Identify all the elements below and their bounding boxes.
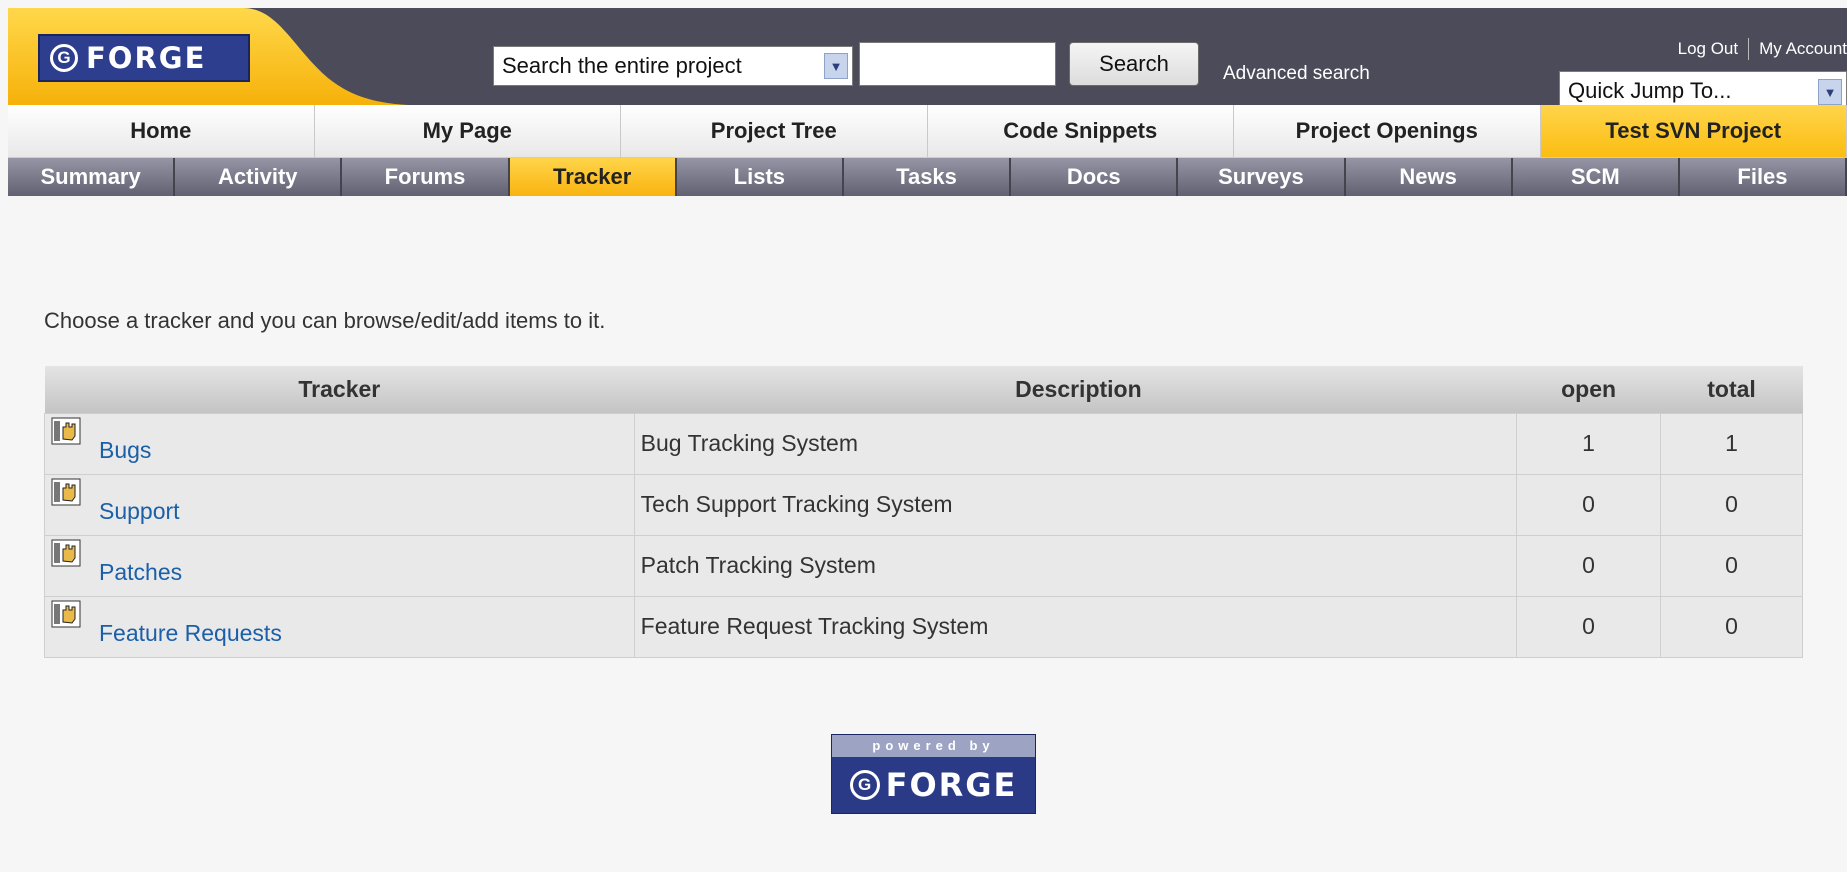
search-button[interactable]: Search: [1069, 42, 1199, 86]
advanced-search-link[interactable]: Advanced search: [1223, 63, 1370, 85]
tracker-description: Tech Support Tracking System: [633, 473, 1518, 536]
tab-lists[interactable]: Lists: [676, 158, 844, 196]
tab-files[interactable]: Files: [1679, 158, 1847, 196]
my-account-link[interactable]: My Account: [1759, 39, 1847, 59]
logout-link[interactable]: Log Out: [1678, 39, 1739, 59]
tab-project-openings[interactable]: Project Openings: [1234, 105, 1541, 157]
intro-text: Choose a tracker and you can browse/edit…: [44, 308, 606, 333]
tab-home[interactable]: Home: [8, 105, 315, 157]
tracker-cell: Bugs: [44, 412, 635, 475]
tracker-hand-icon: [51, 417, 81, 445]
chevron-down-icon[interactable]: ▼: [824, 53, 848, 79]
table-row: Support Tech Support Tracking System 0 0: [44, 473, 1803, 536]
header-open[interactable]: open: [1516, 366, 1661, 413]
tab-tasks[interactable]: Tasks: [843, 158, 1012, 196]
tab-summary[interactable]: Summary: [8, 158, 176, 196]
tracker-cell: Feature Requests: [44, 595, 635, 658]
tab-surveys[interactable]: Surveys: [1178, 158, 1346, 196]
tracker-link-bugs[interactable]: Bugs: [99, 437, 151, 464]
tab-my-page[interactable]: My Page: [314, 105, 621, 157]
tracker-total-count: 0: [1660, 595, 1803, 658]
tracker-hand-icon: [51, 539, 81, 567]
logo-mark: G: [50, 44, 78, 72]
tracker-link-feature-requests[interactable]: Feature Requests: [99, 620, 282, 647]
logo-mark: G: [849, 770, 880, 800]
table-row: Feature Requests Feature Request Trackin…: [44, 595, 1803, 658]
header-tracker[interactable]: Tracker: [44, 366, 635, 413]
tracker-link-patches[interactable]: Patches: [99, 559, 182, 586]
header-total[interactable]: total: [1660, 366, 1803, 413]
main-tabs: Home My Page Project Tree Code Snippets …: [8, 105, 1847, 158]
table-header-row: Tracker Description open total: [44, 366, 1803, 413]
logo-text: FORGE: [885, 766, 1018, 804]
tracker-total-count: 0: [1660, 473, 1803, 536]
chevron-down-icon[interactable]: ▼: [1818, 79, 1842, 105]
tracker-table: Tracker Description open total Bugs Bug …: [44, 366, 1803, 658]
search-input[interactable]: [859, 42, 1056, 86]
tracker-total-count: 1: [1660, 412, 1803, 475]
table-row: Bugs Bug Tracking System 1 1: [44, 412, 1803, 475]
tracker-hand-icon: [51, 478, 81, 506]
tab-tracker[interactable]: Tracker: [509, 158, 677, 196]
table-row: Patches Patch Tracking System 0 0: [44, 534, 1803, 597]
tab-code-snippets[interactable]: Code Snippets: [927, 105, 1234, 157]
top-header: G FORGE Search the entire project ▼ Sear…: [8, 8, 1847, 111]
tracker-total-count: 0: [1660, 534, 1803, 597]
tab-activity[interactable]: Activity: [175, 158, 343, 196]
tab-docs[interactable]: Docs: [1011, 158, 1179, 196]
tab-project-tree[interactable]: Project Tree: [621, 105, 928, 157]
tab-test-svn-project[interactable]: Test SVN Project: [1540, 105, 1847, 157]
tracker-hand-icon: [51, 600, 81, 628]
logo-text: FORGE: [86, 41, 207, 75]
powered-by-badge[interactable]: powered by G FORGE: [831, 734, 1036, 814]
account-links: Log Out My Account: [1678, 38, 1847, 60]
forge-logo[interactable]: G FORGE: [38, 34, 250, 82]
quick-jump-value: Quick Jump To...: [1568, 78, 1732, 103]
header-description[interactable]: Description: [634, 366, 1517, 413]
tracker-open-count: 0: [1516, 534, 1662, 597]
link-divider: [1748, 38, 1750, 60]
tracker-open-count: 0: [1516, 595, 1662, 658]
search-scope-value: Search the entire project: [502, 53, 742, 78]
tracker-open-count: 0: [1516, 473, 1662, 536]
project-tabs: Summary Activity Forums Tracker Lists Ta…: [8, 158, 1847, 196]
tab-scm[interactable]: SCM: [1512, 158, 1680, 196]
tracker-description: Feature Request Tracking System: [633, 595, 1518, 658]
tracker-link-support[interactable]: Support: [99, 498, 180, 525]
tab-news[interactable]: News: [1345, 158, 1513, 196]
tracker-cell: Support: [44, 473, 635, 536]
tracker-description: Patch Tracking System: [633, 534, 1518, 597]
search-scope-select[interactable]: Search the entire project ▼: [493, 46, 853, 86]
powered-by-logo: G FORGE: [832, 757, 1035, 813]
tracker-open-count: 1: [1516, 412, 1662, 475]
powered-by-text: powered by: [832, 735, 1035, 757]
tracker-description: Bug Tracking System: [633, 412, 1518, 475]
tracker-cell: Patches: [44, 534, 635, 597]
tab-forums[interactable]: Forums: [342, 158, 510, 196]
